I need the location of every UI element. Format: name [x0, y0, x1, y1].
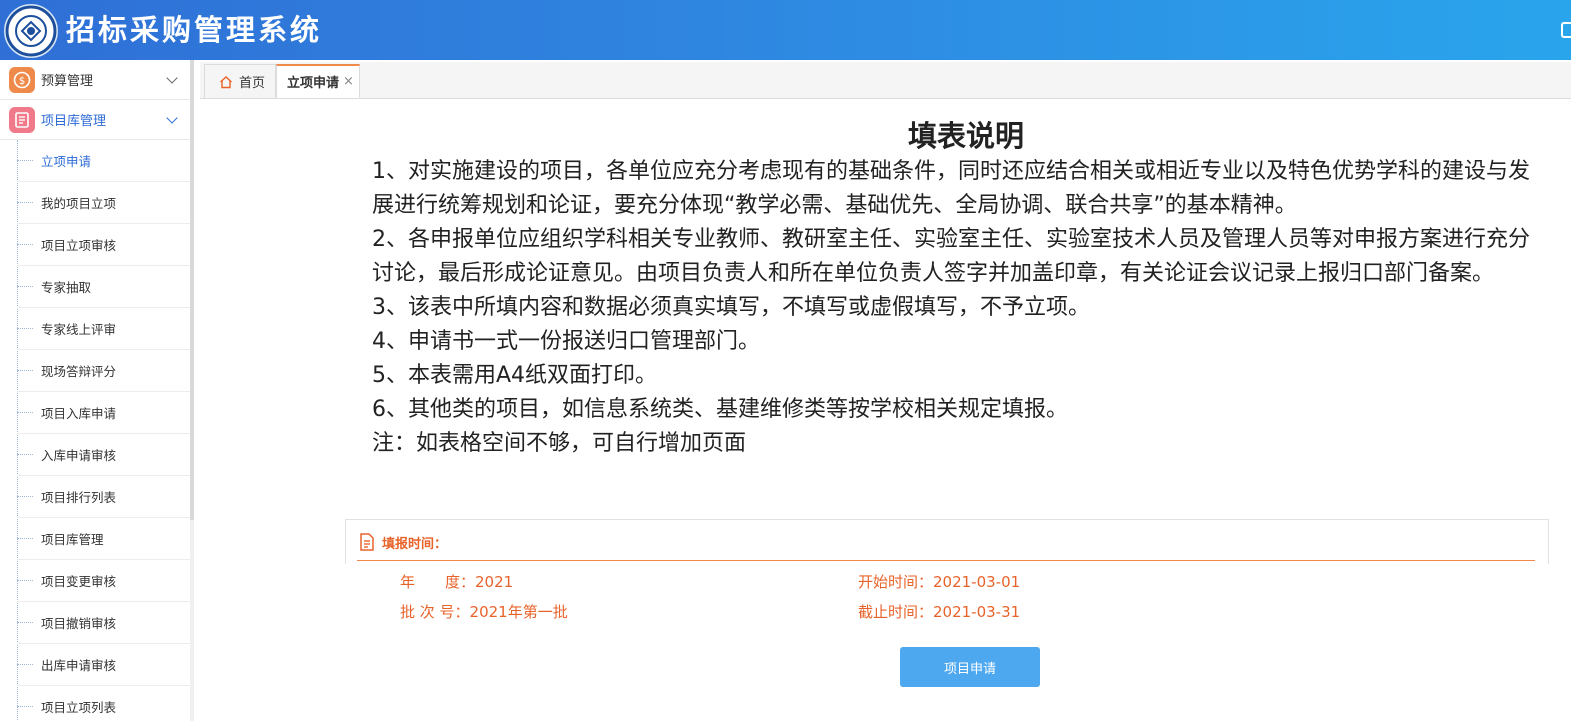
- sidebar-item-library-review[interactable]: 入库申请审核: [17, 434, 190, 476]
- sidebar-item-change-review[interactable]: 项目变更审核: [17, 560, 190, 602]
- sidebar-item-project-application[interactable]: 立项申请: [17, 140, 190, 182]
- chevron-down-icon: [166, 112, 178, 124]
- sidebar-scrollbar-thumb[interactable]: [190, 60, 194, 520]
- instruction-item: 1、对实施建设的项目，各单位应充分考虑现有的基础条件，同时还应结合相关或相近专业…: [372, 159, 1531, 218]
- sidebar-item-library-application[interactable]: 项目入库申请: [17, 392, 190, 434]
- sidebar-item-defense-scoring[interactable]: 现场答辩评分: [17, 350, 190, 392]
- university-logo: [4, 4, 58, 58]
- sidebar-item-project-review[interactable]: 项目立项审核: [17, 224, 190, 266]
- document-icon: [360, 533, 374, 551]
- sidebar-group-budget[interactable]: $ 预算管理: [0, 60, 190, 100]
- svg-text:$: $: [19, 76, 25, 87]
- home-icon: [220, 75, 232, 88]
- tab-home-label: 首页: [239, 76, 266, 91]
- sidebar-item-project-ranking[interactable]: 项目排行列表: [17, 476, 190, 518]
- sidebar-group-label: 预算管理: [41, 74, 94, 89]
- instruction-item: 4、申请书一式一份报送归口管理部门。: [372, 329, 760, 354]
- sidebar: $ 预算管理 项目库管理 立项申请 我的项目立项 项目立项审核 专家抽取 专家线…: [0, 60, 191, 721]
- instruction-item: 3、该表中所填内容和数据必须真实填写，不填写或虚假填写，不予立项。: [372, 295, 1090, 320]
- info-section-title: 填报时间：: [382, 536, 448, 552]
- instructions: 1、对实施建设的项目，各单位应充分考虑现有的基础条件，同时还应结合相关或相近专业…: [372, 155, 1532, 461]
- info-section-header: 填报时间：: [357, 532, 447, 552]
- end-date-field: 截止时间：2021-03-31: [858, 603, 1021, 621]
- page-title: 填表说明: [908, 119, 1025, 153]
- sidebar-item-library-management[interactable]: 项目库管理: [17, 518, 190, 560]
- year-field: 年 度：2021: [400, 573, 514, 591]
- budget-icon: $: [9, 66, 35, 93]
- info-panel: [345, 519, 1549, 564]
- project-apply-button[interactable]: 项目申请: [900, 647, 1040, 687]
- sidebar-item-project-list[interactable]: 项目立项列表: [17, 686, 190, 721]
- main-content: 填表说明 1、对实施建设的项目，各单位应充分考虑现有的基础条件，同时还应结合相关…: [200, 99, 1571, 721]
- sidebar-group-label: 项目库管理: [41, 114, 107, 129]
- sidebar-group-project-library[interactable]: 项目库管理: [0, 100, 190, 140]
- sidebar-item-my-projects[interactable]: 我的项目立项: [17, 182, 190, 224]
- close-icon[interactable]: ×: [343, 74, 354, 89]
- project-library-icon: [9, 106, 35, 133]
- tab-bar: 首页 立项申请 ×: [200, 62, 1571, 99]
- batch-field: 批 次 号：2021年第一批: [400, 603, 568, 621]
- sidebar-submenu: 立项申请 我的项目立项 项目立项审核 专家抽取 专家线上评审 现场答辩评分 项目…: [0, 140, 190, 721]
- info-divider: [357, 560, 1535, 561]
- sidebar-item-expert-online-review[interactable]: 专家线上评审: [17, 308, 190, 350]
- chevron-down-icon: [166, 72, 178, 84]
- instruction-item: 5、本表需用A4纸双面打印。: [372, 363, 658, 388]
- sidebar-item-expert-selection[interactable]: 专家抽取: [17, 266, 190, 308]
- instruction-item: 6、其他类的项目，如信息系统类、基建维修类等按学校相关规定填报。: [372, 397, 1068, 422]
- tab-home[interactable]: 首页: [204, 64, 276, 98]
- app-header: 招标采购管理系统: [0, 0, 1571, 60]
- sidebar-item-outbound-review[interactable]: 出库申请审核: [17, 644, 190, 686]
- sidebar-item-cancel-review[interactable]: 项目撤销审核: [17, 602, 190, 644]
- instruction-note: 注：如表格空间不够，可自行增加页面: [372, 431, 747, 456]
- app-title: 招标采购管理系统: [66, 13, 323, 47]
- tab-label: 立项申请: [287, 76, 340, 91]
- instruction-item: 2、各申报单位应组织学科相关专业教师、教研室主任、实验室主任、实验室技术人员及管…: [372, 227, 1531, 286]
- tab-project-application[interactable]: 立项申请 ×: [276, 64, 360, 98]
- start-date-field: 开始时间：2021-03-01: [858, 573, 1021, 591]
- logout-icon[interactable]: [1561, 22, 1571, 38]
